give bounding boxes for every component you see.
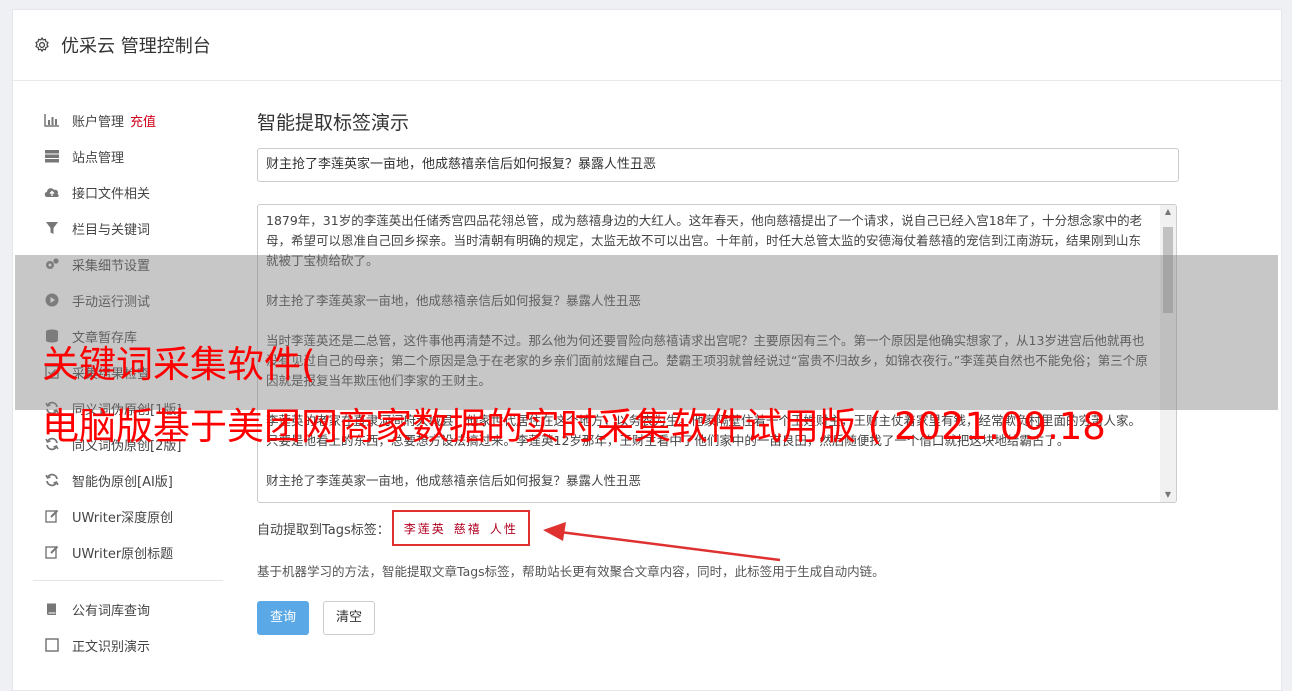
clear-button[interactable]: 清空 xyxy=(323,601,376,635)
server-icon xyxy=(43,147,61,165)
tag: 人性 xyxy=(489,521,518,536)
sidebar-item-sites[interactable]: 站点管理 xyxy=(33,138,223,174)
tags-highlight-box: 李莲英 慈禧 人性 xyxy=(391,510,530,546)
article-title-input[interactable]: 财主抢了李莲英家一亩地，他成慈禧亲信后如何报复？暴露人性丑恶 xyxy=(257,148,1179,182)
sidebar-item-label: 智能伪原创[AI版] xyxy=(72,474,173,490)
sidebar-item-label: UWriter原创标题 xyxy=(72,546,174,562)
filter-icon xyxy=(43,219,61,237)
tag: 李莲英 xyxy=(403,521,446,536)
recharge-link[interactable]: 充值 xyxy=(130,111,156,130)
refresh-icon xyxy=(43,471,61,489)
sidebar-item-ai-rewrite[interactable]: 智能伪原创[AI版] xyxy=(33,462,223,498)
sidebar-item-label: 账户管理 xyxy=(72,114,125,130)
cloud-upload-icon xyxy=(43,183,61,201)
sidebar-item-label: 栏目与关键词 xyxy=(72,222,151,238)
sidebar-item-label: 公有词库查询 xyxy=(72,603,151,619)
overlay-title-line2: 电脑版基于美团网商家数据的实时采集软件试用版 ( 2021.09.18 xyxy=(42,405,1106,448)
gear-icon xyxy=(35,37,49,52)
sidebar-item-label: 正文识别演示 xyxy=(72,639,151,655)
sidebar-item-label: UWriter深度原创 xyxy=(72,510,174,526)
panel-header: 优采云 管理控制台 xyxy=(13,10,1281,81)
edit-icon xyxy=(43,507,61,525)
overlay-title-line1: 关键词采集软件( xyxy=(42,343,316,386)
sidebar-item-categories[interactable]: 栏目与关键词 xyxy=(33,210,223,246)
section-heading: 智能提取标签演示 xyxy=(257,112,410,134)
content-paragraph: 财主抢了李莲英家一亩地，他成慈禧亲信后如何报复？暴露人性丑恶 xyxy=(266,473,642,488)
sidebar-item-account[interactable]: 账户管理 充值 xyxy=(33,102,223,138)
sidebar-item-uwriter-deep[interactable]: UWriter深度原创 xyxy=(33,498,223,534)
sidebar-item-uwriter-title[interactable]: UWriter原创标题 xyxy=(33,534,223,570)
sidebar-item-public-lexicon[interactable]: 公有词库查询 xyxy=(33,591,223,627)
square-icon xyxy=(43,636,61,654)
book-icon xyxy=(43,600,61,618)
sidebar-item-label: 站点管理 xyxy=(72,150,125,166)
tags-row: 自动提取到Tags标签： 李莲英 慈禧 人性 xyxy=(257,510,1177,546)
feature-description: 基于机器学习的方法，智能提取文章Tags标签，帮助站长更有效聚合文章内容，同时，… xyxy=(257,564,885,579)
query-button[interactable]: 查询 xyxy=(257,601,310,635)
tags-label: 自动提取到Tags标签： xyxy=(257,522,390,538)
sidebar-item-api-files[interactable]: 接口文件相关 xyxy=(33,174,223,210)
page-title: 优采云 管理控制台 xyxy=(61,36,211,57)
edit-icon xyxy=(43,543,61,561)
scroll-up-arrow-icon[interactable]: ▲ xyxy=(1160,205,1176,219)
sidebar-divider xyxy=(33,580,223,581)
scroll-down-arrow-icon[interactable]: ▼ xyxy=(1160,488,1176,502)
button-row: 查询 清空 xyxy=(257,601,1177,635)
sidebar-item-text-recognition[interactable]: 正文识别演示 xyxy=(33,627,223,663)
sidebar-item-label: 接口文件相关 xyxy=(72,186,151,202)
tag: 慈禧 xyxy=(453,521,482,536)
bar-chart-icon xyxy=(43,111,61,129)
